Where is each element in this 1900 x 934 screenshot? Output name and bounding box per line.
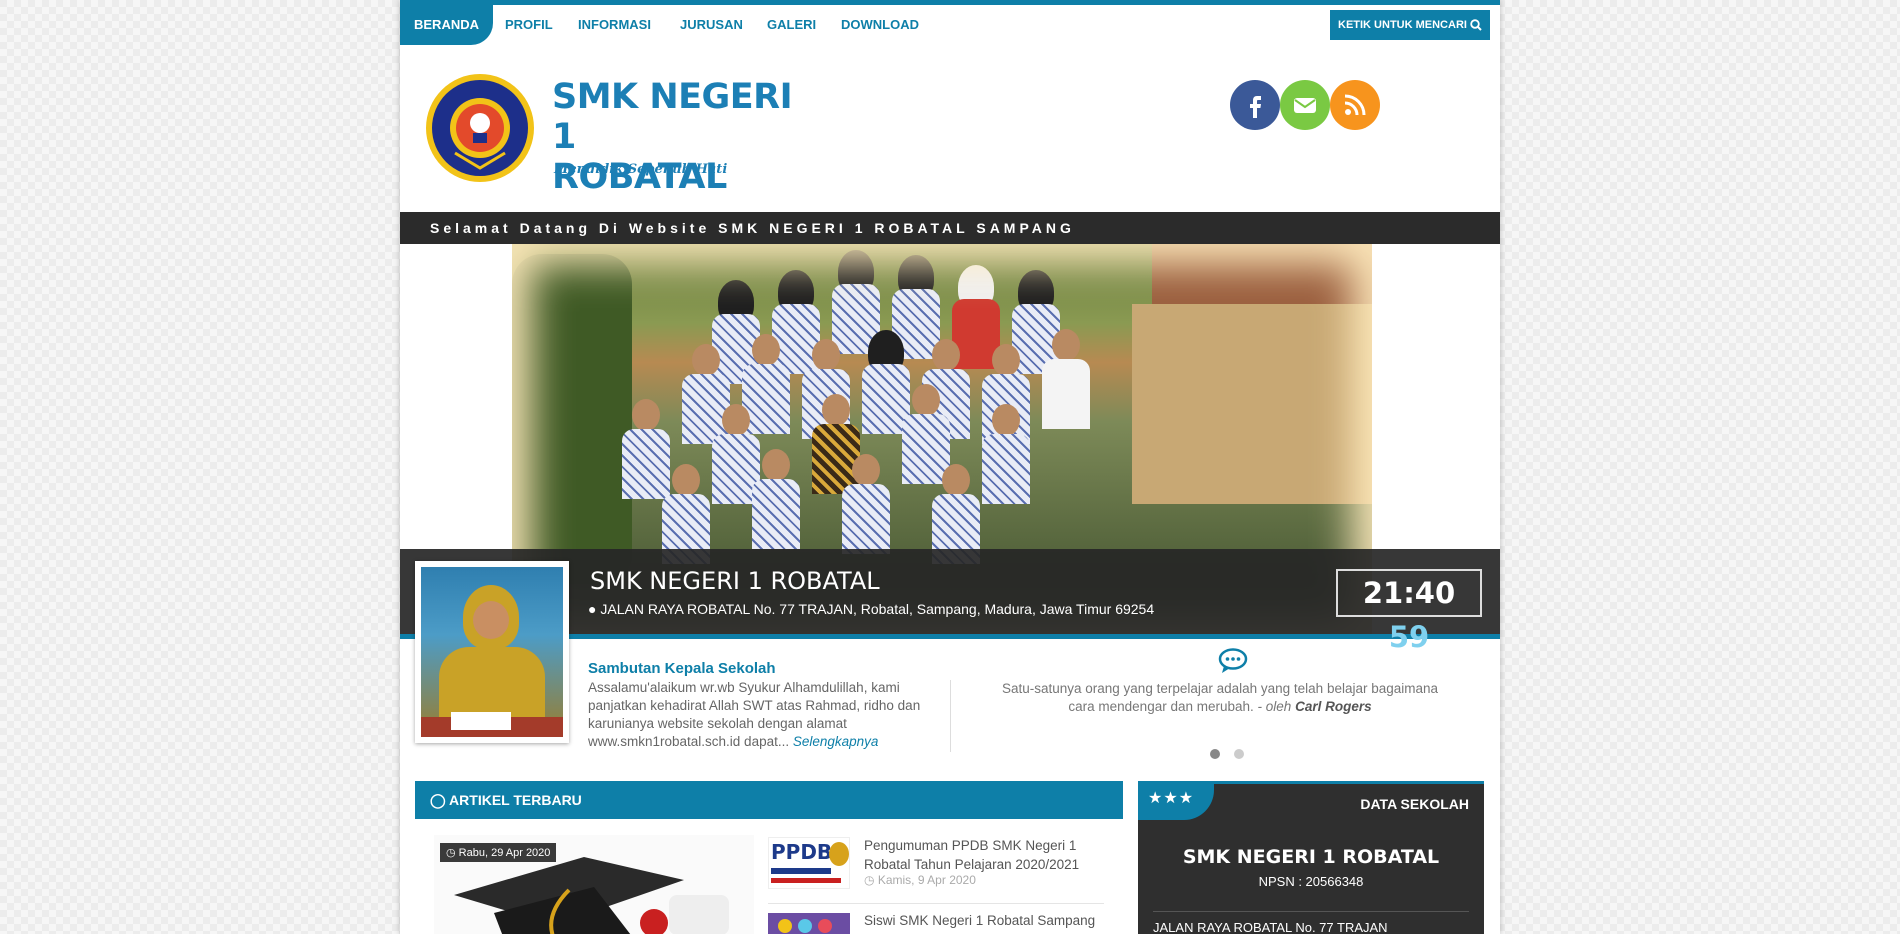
- nav-item-beranda[interactable]: BERANDA: [400, 5, 493, 45]
- data-school-name: SMK NEGERI 1 ROBATAL: [1182, 846, 1440, 868]
- quote: Satu-satunya orang yang terpelajar adala…: [1000, 680, 1440, 716]
- sambutan-text: Assalamu'alaikum wr.wb Syukur Alhamdulil…: [588, 679, 928, 751]
- clock-seconds: 59: [1388, 620, 1430, 654]
- quote-text: Satu-satunya orang yang terpelajar adala…: [1001, 681, 1439, 714]
- quote-by: - oleh: [1257, 699, 1292, 714]
- search-icon: [1470, 19, 1482, 31]
- ppdb-thumb-text: PPDB: [771, 840, 833, 864]
- hero-school-name: SMK NEGERI 1 ROBATAL: [590, 567, 880, 595]
- school-emblem-logo[interactable]: [425, 73, 535, 183]
- clock-hours-minutes: 21:40: [1362, 576, 1456, 610]
- featured-date-badge: ◷ Rabu, 29 Apr 2020: [440, 843, 557, 862]
- nav-item-jurusan[interactable]: JURUSAN: [680, 5, 743, 45]
- principal-photo-frame[interactable]: [415, 561, 569, 743]
- clock-icon: ◯: [430, 792, 446, 808]
- clock-icon: ◷: [446, 847, 456, 859]
- nav-item-galeri[interactable]: GALERI: [767, 5, 816, 45]
- digital-clock: 21:40 59: [1336, 569, 1482, 654]
- hero-address: ● JALAN RAYA ROBATAL No. 77 TRAJAN, Roba…: [588, 601, 1154, 617]
- rss-icon: [1344, 94, 1366, 116]
- slider-dot-2[interactable]: [1234, 749, 1244, 759]
- post-title-2[interactable]: Siswi SMK Negeri 1 Robatal Sampang Menja…: [864, 911, 1104, 934]
- clock-icon: ◷: [864, 873, 875, 887]
- divider: [768, 903, 1104, 904]
- post-thumbnail-ppdb[interactable]: PPDB: [768, 837, 850, 889]
- slider-dot-1[interactable]: [1210, 749, 1220, 759]
- post-thumbnail-2[interactable]: [768, 913, 850, 934]
- nav-item-informasi[interactable]: INFORMASI: [578, 5, 651, 45]
- principal-photo: [421, 567, 563, 737]
- featured-date: Rabu, 29 Apr 2020: [458, 847, 551, 859]
- nav-item-profil[interactable]: PROFIL: [505, 5, 553, 45]
- main-nav: BERANDA PROFIL INFORMASI JURUSAN GALERI …: [400, 5, 1500, 45]
- search-button[interactable]: KETIK UNTUK MENCARI: [1330, 10, 1490, 40]
- data-npsn: NPSN : 20566348: [1258, 874, 1364, 889]
- map-marker-icon: ●: [588, 601, 597, 617]
- search-label: KETIK UNTUK MENCARI: [1338, 19, 1467, 31]
- artikel-header: ◯ ARTIKEL TERBARU: [415, 781, 1123, 819]
- facebook-icon: [1250, 96, 1261, 118]
- comment-dots-icon: [1218, 648, 1248, 673]
- post-date-1: ◷ Kamis, 9 Apr 2020: [864, 873, 976, 887]
- divider: [950, 680, 951, 752]
- post-title-1[interactable]: Pengumuman PPDB SMK Negeri 1 Robatal Tah…: [864, 836, 1104, 874]
- welcome-marquee: Selamat Datang Di Website SMK NEGERI 1 R…: [400, 212, 1500, 244]
- stars-icon: ★★★: [1138, 784, 1214, 820]
- site-title-line1: SMK NEGERI 1: [552, 77, 793, 157]
- hero-address-text: JALAN RAYA ROBATAL No. 77 TRAJAN, Robata…: [600, 601, 1155, 617]
- email-button[interactable]: [1280, 80, 1330, 130]
- rss-button[interactable]: [1330, 80, 1380, 130]
- facebook-button[interactable]: [1230, 80, 1280, 130]
- quote-author: Carl Rogers: [1295, 699, 1372, 714]
- read-more-link[interactable]: Selengkapnya: [793, 734, 879, 749]
- data-sekolah-title: DATA SEKOLAH: [1360, 796, 1469, 812]
- nav-item-download[interactable]: DOWNLOAD: [841, 5, 919, 45]
- site-tagline: Mendidik Sepenuh Hati: [554, 162, 728, 177]
- artikel-header-label: ARTIKEL TERBARU: [449, 792, 582, 808]
- data-sekolah-widget: ★★★ DATA SEKOLAH SMK NEGERI 1 ROBATAL NP…: [1138, 781, 1484, 934]
- post-date-1-text: Kamis, 9 Apr 2020: [877, 873, 976, 887]
- divider: [1153, 911, 1469, 912]
- email-icon: [1294, 98, 1316, 113]
- sambutan-title[interactable]: Sambutan Kepala Sekolah: [588, 660, 776, 677]
- site-title[interactable]: SMK NEGERI 1 ROBATAL: [552, 77, 812, 197]
- data-address: JALAN RAYA ROBATAL No. 77 TRAJAN: [1153, 920, 1388, 934]
- page-container: BERANDA PROFIL INFORMASI JURUSAN GALERI …: [400, 0, 1500, 934]
